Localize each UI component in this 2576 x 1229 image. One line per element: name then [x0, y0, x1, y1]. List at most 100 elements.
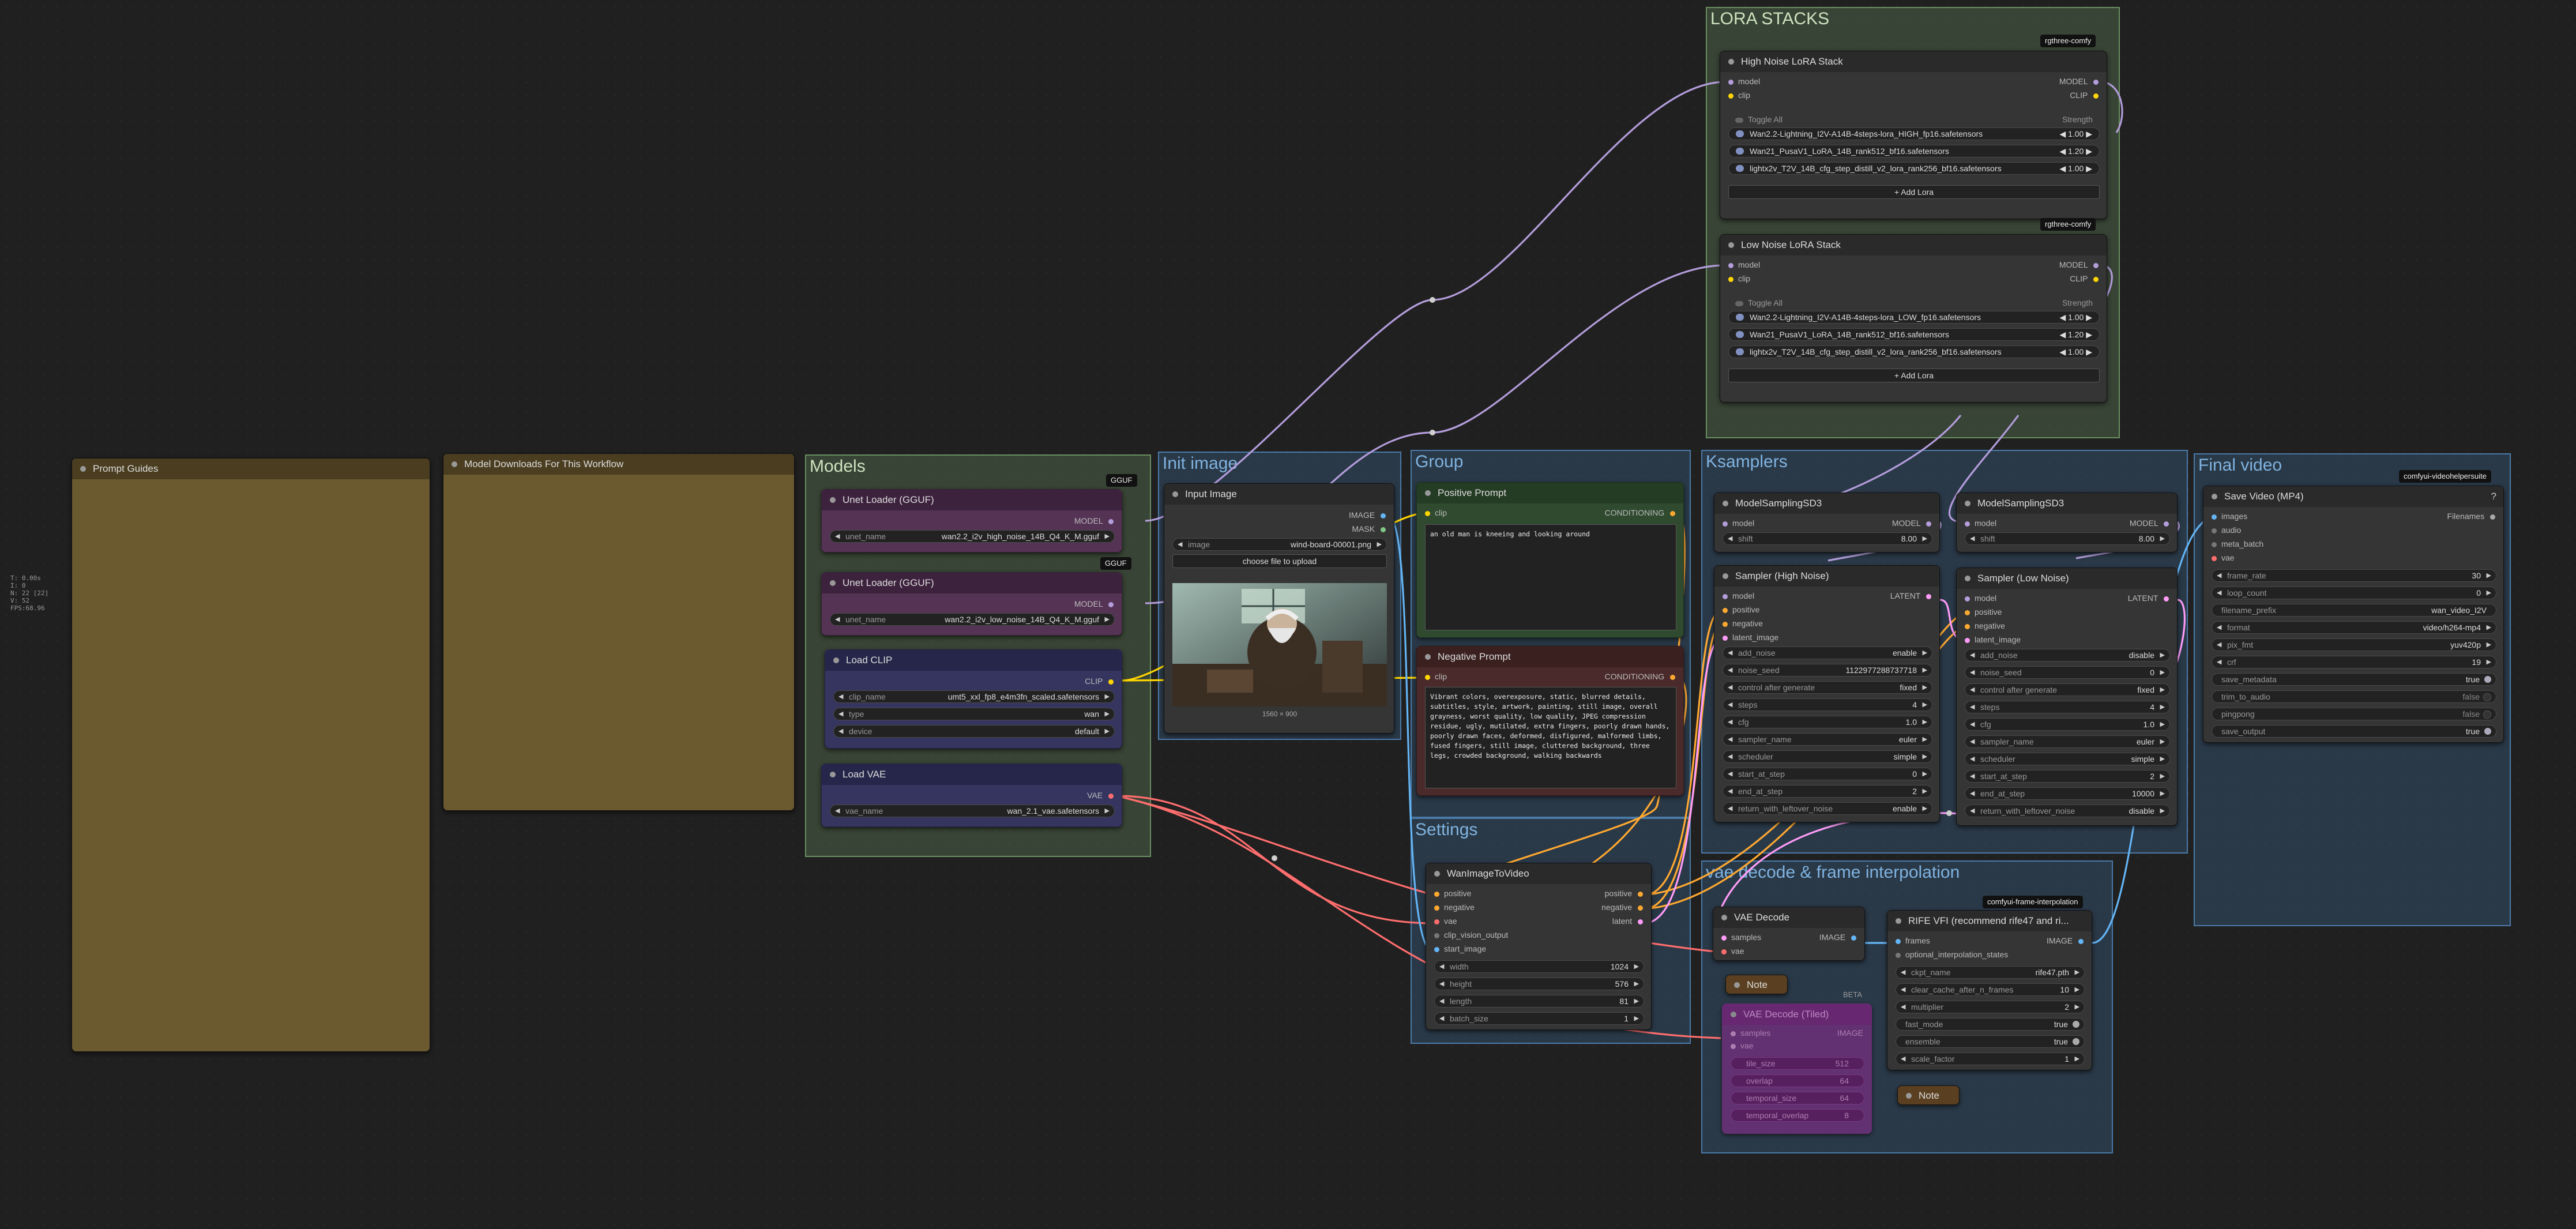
combo-unet-name[interactable]: ◀ unet_name wan2.2_i2v_low_noise_14B_Q4_K_… — [830, 613, 1115, 626]
collapse-dot-icon[interactable] — [1965, 576, 1970, 581]
collapse-dot-icon[interactable] — [1731, 1012, 1736, 1017]
number-end-at-step[interactable]: ◀ end_at_step 10000 ▶ — [1965, 787, 2170, 800]
collapse-dot-icon[interactable] — [80, 466, 86, 472]
output-slot-model[interactable]: MODEL — [1074, 516, 1114, 525]
input-slot-vae[interactable]: vae — [1721, 946, 1744, 956]
combo-clip-name[interactable]: ◀ clip_name umt5_xxl_fp8_e4m3fn_scaled.saf… — [833, 690, 1115, 703]
output-slot-negative[interactable]: negative — [1601, 903, 1643, 912]
input-slot-model[interactable]: model — [1965, 518, 1996, 528]
collapse-dot-icon[interactable] — [830, 772, 836, 777]
input-slot-vae[interactable]: vae — [1731, 1041, 1754, 1050]
collapse-dot-icon[interactable] — [1723, 501, 1728, 506]
number-crf[interactable]: ◀ crf 19 ▶ — [2212, 656, 2496, 668]
node-note[interactable]: Note — [1725, 975, 1788, 994]
node-input-image[interactable]: Input Image IMAGE MASK ◀ image wind-board-… — [1164, 483, 1394, 734]
collapse-dot-icon[interactable] — [1728, 59, 1734, 65]
node-header[interactable]: High Noise LoRA Stack — [1720, 51, 2107, 72]
node-header[interactable]: Input Image — [1164, 484, 1394, 505]
output-slot-latent[interactable]: LATENT — [2128, 593, 2169, 603]
node-header[interactable]: VAE Decode (Tiled) — [1723, 1004, 1871, 1025]
collapse-dot-icon[interactable] — [1721, 915, 1727, 920]
note-prompt-guides[interactable]: Prompt Guides — [72, 458, 430, 1052]
combo-control-after-generate[interactable]: ◀ control after generate fixed ▶ — [1965, 683, 2170, 696]
output-slot-conditioning[interactable]: CONDITIONING — [1605, 672, 1675, 681]
number-start-at-step[interactable]: ◀ start_at_step 0 ▶ — [1723, 768, 1932, 780]
output-slot-latent[interactable]: LATENT — [1890, 591, 1931, 600]
toggle-save-output[interactable]: save_output true — [2212, 725, 2496, 738]
node-header[interactable]: Note — [1726, 975, 1787, 995]
input-slot-audio[interactable]: audio — [2212, 525, 2241, 535]
output-slot-vae[interactable]: VAE — [1087, 791, 1114, 800]
add-lora-button[interactable]: + Add Lora — [1728, 369, 2100, 382]
output-slot-clip[interactable]: CLIP — [1085, 676, 1114, 686]
node-header[interactable]: Model Downloads For This Workflow — [443, 454, 794, 475]
node-sampler-high-noise[interactable]: Sampler (High Noise) model positive nega… — [1714, 565, 1940, 822]
node-low-noise-lora-stack[interactable]: Low Noise LoRA Stack model clip MODEL CL… — [1720, 234, 2107, 403]
number-noise-seed[interactable]: ◀ noise_seed 0 ▶ — [1965, 666, 2170, 679]
combo-sampler-name[interactable]: ◀ sampler_name euler ▶ — [1965, 735, 2170, 748]
collapse-dot-icon[interactable] — [1723, 573, 1728, 579]
collapse-dot-icon[interactable] — [1734, 982, 1740, 988]
node-header[interactable]: ModelSamplingSD3 — [1714, 493, 1939, 514]
node-header[interactable]: Load VAE — [822, 764, 1122, 785]
combo-unet-name[interactable]: ◀ unet_name wan2.2_i2v_high_noise_14B_Q4_K… — [830, 530, 1115, 543]
number-shift[interactable]: ◀ shift 8.00 ▶ — [1965, 532, 2170, 545]
node-load-clip[interactable]: Load CLIP CLIP ◀ clip_name umt5_xxl_fp8_e4… — [825, 649, 1122, 749]
input-slot-images[interactable]: images — [2212, 512, 2247, 521]
combo-pix-fmt[interactable]: ◀ pix_fmt yuv420p ▶ — [2212, 638, 2496, 651]
collapse-dot-icon[interactable] — [452, 461, 457, 467]
output-slot-mask[interactable]: MASK — [1352, 524, 1386, 533]
toggle-save-metadata[interactable]: save_metadata true — [2212, 673, 2496, 686]
input-slot-clip-vision-output[interactable]: clip_vision_output — [1434, 930, 1508, 939]
input-slot-model[interactable]: model — [1728, 77, 1760, 86]
number-noise-seed[interactable]: ◀ noise_seed 1122977288737718 ▶ — [1723, 664, 1932, 676]
input-slot-clip[interactable]: clip — [1425, 508, 1447, 517]
toggle-pingpong[interactable]: pingpong false — [2212, 708, 2496, 720]
input-slot-positive[interactable]: positive — [1965, 607, 2002, 617]
prompt-textarea[interactable]: an old man is kneeing and looking around — [1425, 524, 1676, 630]
output-slot-image[interactable]: IMAGE — [1837, 1028, 1863, 1038]
node-header[interactable]: Note — [1898, 1086, 1959, 1106]
number-temporal-overlap[interactable]: temporal_overlap 8 — [1731, 1109, 1864, 1122]
input-slot-optional-interpolation-states[interactable]: optional_interpolation_states — [1896, 950, 2008, 959]
output-slot-latent[interactable]: latent — [1612, 916, 1643, 926]
node-model-sampling-sd3-low[interactable]: ModelSamplingSD3 model MODEL ◀ shift 8.00 ▶ — [1956, 493, 2178, 553]
combo-return-with-leftover-noise[interactable]: ◀ return_with_leftover_noise disable ▶ — [1965, 805, 2170, 817]
number-scale-factor[interactable]: ◀ scale_factor 1 ▶ — [1896, 1053, 2085, 1065]
toggle-all[interactable]: Toggle All — [1735, 298, 1782, 307]
node-header[interactable]: Load CLIP — [825, 650, 1122, 671]
number-loop-count[interactable]: ◀ loop_count 0 ▶ — [2212, 587, 2496, 599]
input-slot-start-image[interactable]: start_image — [1434, 944, 1486, 953]
node-header[interactable]: Sampler (Low Noise) — [1957, 568, 2177, 589]
combo-device[interactable]: ◀ device default ▶ — [833, 725, 1115, 738]
number-multiplier[interactable]: ◀ multiplier 2 ▶ — [1896, 1001, 2085, 1013]
node-load-vae[interactable]: Load VAE VAE ◀ vae_name wan_2.1_vae.safete… — [821, 764, 1122, 827]
number-width[interactable]: ◀ width 1024 ▶ — [1434, 960, 1644, 973]
collapse-dot-icon[interactable] — [1965, 501, 1970, 506]
node-header[interactable]: Unet Loader (GGUF) — [822, 490, 1122, 510]
combo-return-with-leftover-noise[interactable]: ◀ return_with_leftover_noise enable ▶ — [1723, 802, 1932, 815]
node-unet-loader-high[interactable]: Unet Loader (GGUF) MODEL ◀ unet_name wan2.… — [821, 489, 1122, 553]
output-slot-positive[interactable]: positive — [1605, 889, 1643, 898]
node-header[interactable]: ModelSamplingSD3 — [1957, 493, 2177, 514]
output-slot-conditioning[interactable]: CONDITIONING — [1605, 508, 1675, 517]
node-header[interactable]: Low Noise LoRA Stack — [1720, 235, 2107, 255]
number-batch-size[interactable]: ◀ batch_size 1 ▶ — [1434, 1012, 1644, 1025]
combo-format[interactable]: ◀ format video/h264-mp4 ▶ — [2212, 621, 2496, 634]
node-high-noise-lora-stack[interactable]: High Noise LoRA Stack model clip MODEL C… — [1720, 51, 2107, 219]
node-positive-prompt[interactable]: Positive Prompt clip CONDITIONING an old… — [1416, 482, 1684, 638]
node-header[interactable]: Sampler (High Noise) — [1714, 566, 1939, 587]
add-lora-button[interactable]: + Add Lora — [1728, 185, 2100, 199]
lora-row[interactable]: lightx2v_T2V_14B_cfg_step_distill_v2_lor… — [1728, 345, 2100, 358]
input-slot-latent-image[interactable]: latent_image — [1965, 635, 2021, 644]
input-slot-meta-batch[interactable]: meta_batch — [2212, 539, 2263, 548]
combo-vae-name[interactable]: ◀ vae_name wan_2.1_vae.safetensors ▶ — [830, 805, 1115, 817]
node-save-video[interactable]: Save Video (MP4)? images audio meta_batc… — [2203, 486, 2504, 743]
output-slot-clip[interactable]: CLIP — [2070, 274, 2099, 283]
output-slot-model[interactable]: MODEL — [1892, 518, 1931, 528]
text-filename-prefix[interactable]: filename_prefix wan_video_I2V — [2212, 604, 2496, 617]
input-slot-samples[interactable]: samples — [1731, 1028, 1770, 1038]
node-header[interactable]: WanImageToVideo — [1426, 863, 1651, 884]
toggle-fast-mode[interactable]: fast_mode true — [1896, 1018, 2085, 1031]
number-steps[interactable]: ◀ steps 4 ▶ — [1965, 701, 2170, 713]
